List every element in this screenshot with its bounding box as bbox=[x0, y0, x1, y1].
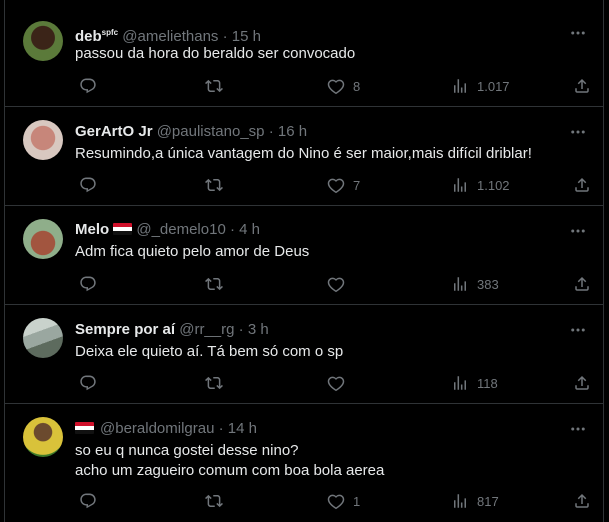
tweet-actions: 118 bbox=[75, 373, 595, 393]
handle[interactable]: @_demelo10 bbox=[136, 221, 225, 238]
reply-button[interactable] bbox=[79, 76, 105, 96]
display-name[interactable]: Melo bbox=[75, 221, 109, 238]
timestamp[interactable]: 14 h bbox=[228, 420, 257, 437]
retweet-button[interactable] bbox=[205, 175, 231, 195]
views-icon bbox=[454, 376, 466, 390]
tweet[interactable]: Melo @_demelo10 · 4 h Adm fica quieto pe… bbox=[5, 206, 603, 305]
tweet-actions: 7 1.102 bbox=[75, 175, 595, 195]
handle[interactable]: @beraldomilgrau bbox=[100, 420, 214, 437]
reply-icon bbox=[80, 493, 96, 509]
share-icon bbox=[575, 493, 589, 508]
flag-icon bbox=[75, 422, 94, 434]
views-icon bbox=[454, 494, 466, 508]
like-icon bbox=[327, 79, 345, 95]
like-button[interactable]: 7 bbox=[327, 175, 360, 195]
share-button[interactable] bbox=[573, 274, 591, 294]
like-icon bbox=[327, 494, 345, 510]
like-button[interactable] bbox=[327, 373, 353, 393]
handle[interactable]: @paulistano_sp bbox=[157, 123, 265, 140]
share-button[interactable] bbox=[573, 76, 591, 96]
flag-icon bbox=[113, 223, 133, 235]
more-icon[interactable] bbox=[569, 24, 587, 42]
retweet-button[interactable] bbox=[205, 491, 231, 511]
views-button[interactable]: 383 bbox=[451, 274, 499, 294]
retweet-icon bbox=[205, 277, 223, 291]
retweet-icon bbox=[205, 79, 223, 93]
retweet-icon bbox=[205, 376, 223, 390]
avatar[interactable] bbox=[23, 21, 63, 61]
reply-button[interactable] bbox=[79, 491, 105, 511]
more-icon[interactable] bbox=[569, 420, 587, 438]
tweet-header: @beraldomilgrau · 14 h bbox=[75, 419, 563, 439]
display-name[interactable]: GerArtO Jr bbox=[75, 123, 153, 140]
share-button[interactable] bbox=[573, 175, 591, 195]
handle[interactable]: @ameliethans bbox=[122, 28, 218, 45]
display-name[interactable]: Sempre por aí bbox=[75, 321, 175, 338]
tweet-header: Sempre por aí @rr__rg · 3 h bbox=[75, 321, 269, 338]
share-icon bbox=[575, 78, 589, 93]
reply-icon bbox=[80, 276, 96, 292]
more-icon[interactable] bbox=[569, 321, 587, 339]
handle[interactable]: @rr__rg bbox=[179, 321, 234, 338]
share-icon bbox=[575, 276, 589, 291]
retweet-icon bbox=[205, 178, 223, 192]
avatar[interactable] bbox=[23, 219, 63, 259]
share-button[interactable] bbox=[573, 373, 591, 393]
tweet-text-line: so eu q nunca gostei desse nino? bbox=[75, 442, 299, 459]
avatar[interactable] bbox=[23, 120, 63, 160]
more-icon[interactable] bbox=[569, 123, 587, 141]
tweet-actions: 8 1.017 bbox=[75, 76, 595, 96]
display-name[interactable]: debspfc bbox=[75, 28, 118, 45]
tweet-text: Deixa ele quieto aí. Tá bem só com o sp bbox=[75, 343, 344, 360]
views-button[interactable]: 1.017 bbox=[451, 76, 510, 96]
more-icon[interactable] bbox=[569, 222, 587, 240]
retweet-icon bbox=[205, 494, 223, 508]
tweet[interactable]: debspfc @ameliethans · 15 h passou da ho… bbox=[5, 0, 603, 107]
like-button[interactable] bbox=[327, 274, 353, 294]
tweet-actions: 383 bbox=[75, 274, 595, 294]
like-icon bbox=[327, 376, 345, 392]
tweet[interactable]: @beraldomilgrau · 14 h so eu q nunca gos… bbox=[5, 404, 603, 522]
timestamp[interactable]: 3 h bbox=[248, 321, 269, 338]
views-button[interactable]: 817 bbox=[451, 491, 499, 511]
timestamp[interactable]: 15 h bbox=[232, 28, 261, 45]
reply-button[interactable] bbox=[79, 373, 105, 393]
reply-icon bbox=[80, 78, 96, 94]
tweet-actions: 1 817 bbox=[75, 491, 595, 511]
timeline: debspfc @ameliethans · 15 h passou da ho… bbox=[4, 0, 604, 522]
retweet-button[interactable] bbox=[205, 274, 231, 294]
views-button[interactable]: 118 bbox=[451, 373, 498, 393]
views-button[interactable]: 1.102 bbox=[451, 175, 510, 195]
like-icon bbox=[327, 277, 345, 293]
tweet[interactable]: Sempre por aí @rr__rg · 3 h Deixa ele qu… bbox=[5, 305, 603, 404]
like-icon bbox=[327, 178, 345, 194]
tweet[interactable]: GerArtO Jr @paulistano_sp · 16 h Resumin… bbox=[5, 107, 603, 206]
share-button[interactable] bbox=[573, 491, 591, 511]
avatar[interactable] bbox=[23, 318, 63, 358]
tweet-text-line: acho um zagueiro comum com boa bola aere… bbox=[75, 462, 385, 479]
tweet-text: so eu q nunca gostei desse nino? acho um… bbox=[75, 441, 587, 481]
views-icon bbox=[454, 277, 466, 291]
retweet-button[interactable] bbox=[205, 76, 231, 96]
share-icon bbox=[575, 177, 589, 192]
timestamp[interactable]: 16 h bbox=[278, 123, 307, 140]
tweet-text: passou da hora do beraldo ser convocado bbox=[75, 45, 356, 62]
reply-icon bbox=[80, 177, 96, 193]
retweet-button[interactable] bbox=[205, 373, 231, 393]
like-button[interactable]: 1 bbox=[327, 491, 360, 511]
views-icon bbox=[454, 178, 466, 192]
tweet-header: Melo @_demelo10 · 4 h bbox=[75, 221, 260, 238]
tweet-text: Resumindo,a única vantagem do Nino é ser… bbox=[75, 145, 532, 162]
tweet-header: GerArtO Jr @paulistano_sp · 16 h bbox=[75, 123, 308, 140]
timestamp[interactable]: 4 h bbox=[239, 221, 260, 238]
views-icon bbox=[454, 79, 466, 93]
reply-button[interactable] bbox=[79, 274, 105, 294]
tweet-text: Adm fica quieto pelo amor de Deus bbox=[75, 243, 310, 260]
reply-button[interactable] bbox=[79, 175, 105, 195]
share-icon bbox=[575, 375, 589, 390]
reply-icon bbox=[80, 375, 96, 391]
like-button[interactable]: 8 bbox=[327, 76, 360, 96]
avatar[interactable] bbox=[23, 417, 63, 457]
